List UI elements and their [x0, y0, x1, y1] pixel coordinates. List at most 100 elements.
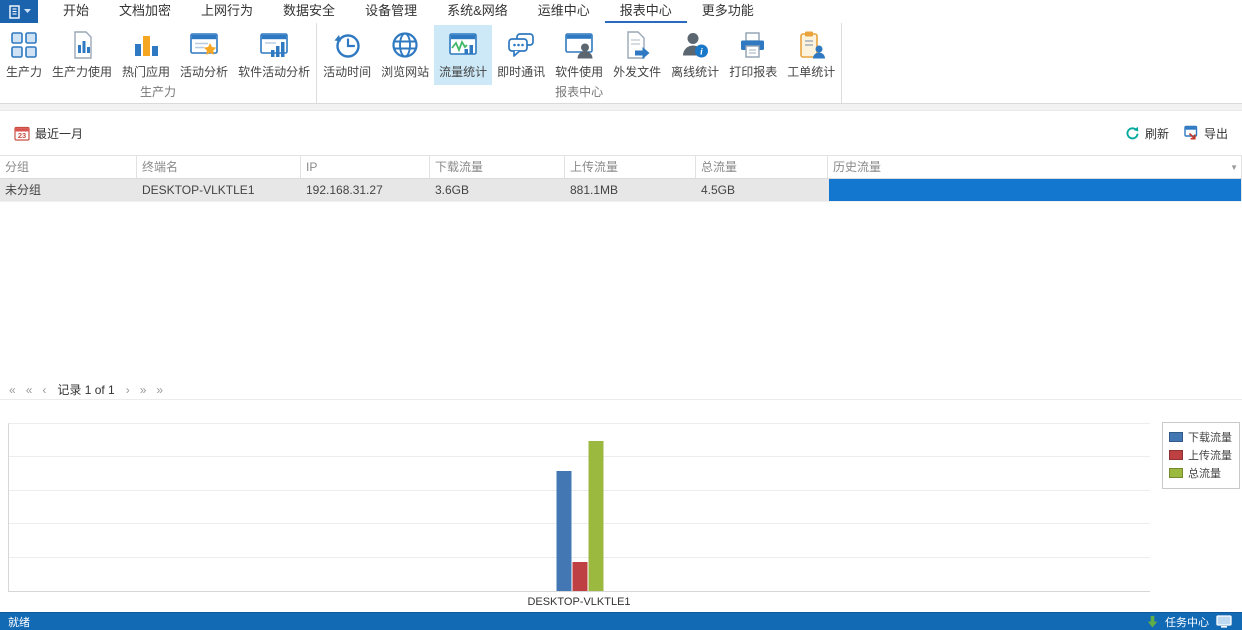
app-menu-button[interactable] — [0, 0, 38, 23]
ribbon-button-label: 工单统计 — [787, 63, 835, 80]
chat-icon — [505, 29, 537, 61]
menu-tabs: 开始 文档加密 上网行为 数据安全 设备管理 系统&网络 运维中心 报表中心 更… — [48, 0, 769, 23]
menu-bar: 开始 文档加密 上网行为 数据安全 设备管理 系统&网络 运维中心 报表中心 更… — [0, 0, 1242, 23]
printer-icon — [737, 29, 769, 61]
ribbon-button-software-usage[interactable]: 软件使用 — [550, 25, 608, 85]
window-star-icon — [188, 29, 220, 61]
cell-upload: 881.1MB — [565, 179, 696, 201]
ribbon-button-label: 离线统计 — [671, 63, 719, 80]
export-icon — [1183, 125, 1199, 141]
ribbon-divider — [0, 103, 1242, 111]
ribbon-group-productivity: 生产力 生产力使用 热门应用 活动分析 软件活动分析 — [0, 23, 317, 103]
ribbon-button-traffic-stats[interactable]: 流量统计 — [434, 25, 492, 85]
record-count-label: 记录 1 of 1 — [51, 381, 120, 398]
svg-text:23: 23 — [18, 131, 26, 140]
date-range-filter[interactable]: 23 最近一月 — [14, 125, 83, 142]
ribbon: 生产力 生产力使用 热门应用 活动分析 软件活动分析 — [0, 23, 1242, 103]
tab-ops-center[interactable]: 运维中心 — [523, 0, 605, 23]
globe-icon — [389, 29, 421, 61]
ribbon-button-hot-apps[interactable]: 热门应用 — [117, 25, 175, 85]
fast-prev-page-button[interactable]: « — [21, 381, 38, 399]
ribbon-button-label: 活动时间 — [323, 63, 371, 80]
table-row[interactable]: 未分组 DESKTOP-VLKTLE1 192.168.31.27 3.6GB … — [0, 179, 1242, 202]
ribbon-button-software-activity-analysis[interactable]: 软件活动分析 — [233, 25, 315, 85]
ribbon-button-label: 浏览网站 — [381, 63, 429, 80]
legend-item-upload: 上传流量 — [1169, 447, 1232, 463]
column-options-dropdown-icon[interactable]: ▼ — [1230, 156, 1238, 179]
export-button[interactable]: 导出 — [1183, 125, 1228, 142]
bar-total — [588, 441, 603, 591]
column-header-history[interactable]: 历史流量 — [828, 156, 1242, 178]
legend-item-total: 总流量 — [1169, 465, 1232, 481]
chevron-down-icon — [24, 9, 31, 14]
tab-more-functions[interactable]: 更多功能 — [687, 0, 769, 23]
next-page-button[interactable]: › — [121, 381, 135, 399]
chart-plot — [8, 423, 1150, 592]
column-header-download[interactable]: 下载流量 — [430, 156, 565, 178]
ribbon-button-offline-stats[interactable]: i 离线统计 — [666, 25, 724, 85]
refresh-icon — [1125, 126, 1140, 141]
tab-web-behavior[interactable]: 上网行为 — [186, 0, 268, 23]
last-page-button[interactable]: » — [151, 381, 168, 399]
ribbon-button-productivity[interactable]: 生产力 — [1, 25, 47, 85]
table-header: 分组 终端名 IP 下载流量 上传流量 总流量 历史流量 ▼ — [0, 155, 1242, 179]
ribbon-button-label: 打印报表 — [729, 63, 777, 80]
column-header-group[interactable]: 分组 — [0, 156, 137, 178]
ribbon-button-productivity-usage[interactable]: 生产力使用 — [47, 25, 117, 85]
column-header-total[interactable]: 总流量 — [696, 156, 828, 178]
cell-ip: 192.168.31.27 — [301, 179, 430, 201]
user-info-icon: i — [679, 29, 711, 61]
status-bar: 就绪 任务中心 — [0, 612, 1242, 630]
tab-data-security[interactable]: 数据安全 — [268, 0, 350, 23]
ribbon-button-activity-time[interactable]: 活动时间 — [318, 25, 376, 85]
refresh-label: 刷新 — [1145, 125, 1169, 142]
tab-report-center[interactable]: 报表中心 — [605, 0, 687, 23]
task-center-button[interactable]: 任务中心 — [1165, 614, 1209, 630]
app-window: 开始 文档加密 上网行为 数据安全 设备管理 系统&网络 运维中心 报表中心 更… — [0, 0, 1242, 630]
ribbon-spacer — [842, 23, 1242, 103]
tab-device-management[interactable]: 设备管理 — [350, 0, 432, 23]
first-page-button[interactable]: « — [4, 381, 21, 399]
ribbon-group-productivity-buttons: 生产力 生产力使用 热门应用 活动分析 软件活动分析 — [1, 23, 315, 85]
clipboard-user-icon — [795, 29, 827, 61]
task-window-icon[interactable] — [1216, 615, 1232, 628]
window-chart-icon — [258, 29, 290, 61]
toolbar-right: 刷新 导出 — [1125, 125, 1228, 142]
bar-chart-icon — [130, 29, 162, 61]
report-toolbar: 23 最近一月 刷新 导出 — [0, 111, 1242, 155]
export-label: 导出 — [1204, 125, 1228, 142]
ribbon-button-outgoing-files[interactable]: 外发文件 — [608, 25, 666, 85]
ribbon-button-ticket-stats[interactable]: 工单统计 — [782, 25, 840, 85]
ribbon-group-label: 生产力 — [1, 85, 315, 101]
clock-history-icon — [331, 29, 363, 61]
ribbon-button-label: 生产力 — [6, 63, 42, 80]
cell-total: 4.5GB — [696, 179, 828, 201]
column-header-upload[interactable]: 上传流量 — [565, 156, 696, 178]
ribbon-button-activity-analysis[interactable]: 活动分析 — [175, 25, 233, 85]
legend-item-download: 下载流量 — [1169, 429, 1232, 445]
document-icon — [8, 5, 22, 19]
column-header-terminal[interactable]: 终端名 — [137, 156, 301, 178]
tab-system-network[interactable]: 系统&网络 — [432, 0, 523, 23]
status-text: 就绪 — [8, 614, 30, 630]
refresh-button[interactable]: 刷新 — [1125, 125, 1169, 142]
ribbon-group-report-center-buttons: 活动时间 浏览网站 流量统计 即时通讯 软件使用 — [318, 23, 840, 85]
ribbon-button-label: 热门应用 — [122, 63, 170, 80]
window-user-icon — [563, 29, 595, 61]
ribbon-button-browse-websites[interactable]: 浏览网站 — [376, 25, 434, 85]
tab-start[interactable]: 开始 — [48, 0, 104, 23]
legend-swatch-total — [1169, 468, 1183, 478]
tab-doc-encryption[interactable]: 文档加密 — [104, 0, 186, 23]
legend-label: 下载流量 — [1188, 429, 1232, 445]
traffic-bar-chart: DESKTOP-VLKTLE1 下载流量 上传流量 总流量 — [0, 400, 1242, 612]
doc-chart-icon — [66, 29, 98, 61]
ribbon-button-label: 即时通讯 — [497, 63, 545, 80]
prev-page-button[interactable]: ‹ — [37, 381, 51, 399]
column-header-ip[interactable]: IP — [301, 156, 430, 178]
chart-legend: 下载流量 上传流量 总流量 — [1162, 422, 1240, 489]
ribbon-button-instant-messaging[interactable]: 即时通讯 — [492, 25, 550, 85]
ribbon-button-label: 软件活动分析 — [238, 63, 310, 80]
fast-next-page-button[interactable]: » — [135, 381, 152, 399]
ribbon-button-print-report[interactable]: 打印报表 — [724, 25, 782, 85]
history-bar — [829, 179, 1241, 201]
